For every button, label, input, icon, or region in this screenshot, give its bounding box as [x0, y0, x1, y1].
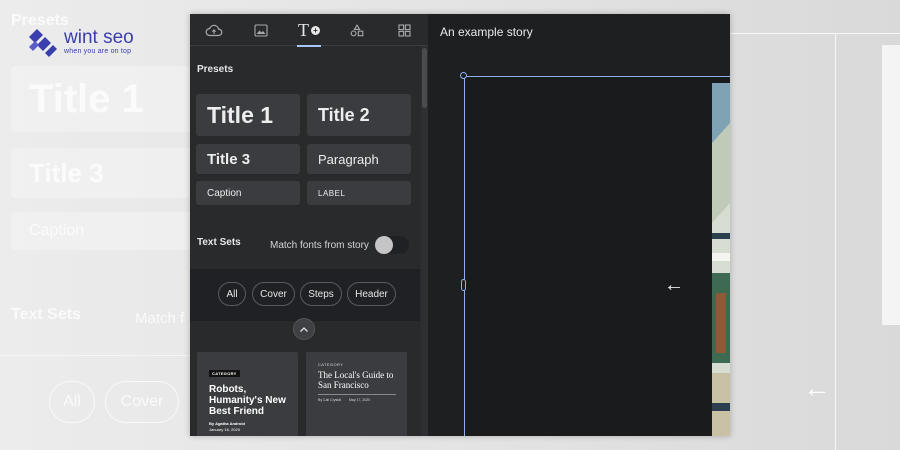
card-divider — [318, 394, 396, 395]
filter-chip-header[interactable]: Header — [347, 282, 396, 306]
tab-page-templates[interactable] — [380, 14, 428, 46]
upload-cloud-icon — [205, 24, 223, 37]
presets-heading: Presets — [197, 64, 234, 75]
collapse-filters-button[interactable] — [293, 318, 315, 340]
bg-chip-all: All — [49, 381, 95, 423]
canvas-area: An example story ← — [428, 14, 730, 436]
bg-title3-tile: Title 3 — [11, 148, 191, 198]
bg-arrow-left-icon: ← — [803, 372, 831, 403]
bg-title1-tile: Title 1 — [11, 66, 191, 132]
preset-caption[interactable]: Caption — [196, 181, 300, 205]
text-set-card-sf-guide[interactable]: CATEGORY The Local's Guide to San Franci… — [306, 352, 407, 436]
match-fonts-toggle[interactable] — [374, 236, 409, 254]
sidebar-scrollbar[interactable] — [421, 46, 428, 436]
text-sets-heading: Text Sets — [197, 237, 241, 248]
card-date: January 16, 2020 — [209, 427, 240, 432]
image-icon — [254, 23, 268, 37]
card-title: Robots, Humanity's New Best Friend — [209, 384, 286, 417]
preset-title1[interactable]: Title 1 — [196, 94, 300, 136]
card-title: The Local's Guide to San Francisco — [318, 370, 394, 390]
chevron-up-icon — [300, 326, 308, 332]
bg-caption-tile: Caption — [11, 212, 191, 250]
story-page-preview[interactable] — [712, 83, 730, 436]
bg-text-sets-heading: Text Sets — [11, 306, 81, 323]
story-title[interactable]: An example story — [440, 25, 533, 39]
bg-chip-cover: Cover — [105, 381, 179, 423]
tab-images[interactable] — [238, 14, 286, 46]
library-tabs: T + — [190, 14, 428, 47]
toggle-knob — [374, 236, 393, 254]
bg-block — [882, 45, 900, 325]
resize-handle-middle-left[interactable] — [461, 279, 466, 291]
match-fonts-row: Match fonts from story — [270, 236, 409, 254]
shapes-icon — [350, 23, 363, 36]
editor-window: T + Presets Title 1 Title 2 Title 3 Para… — [190, 14, 730, 436]
bg-divider — [0, 355, 190, 356]
resize-handle-top-left[interactable] — [460, 72, 467, 79]
logo-mark-icon — [29, 29, 57, 57]
card-author: By Cali Crystal — [318, 398, 341, 402]
card-author: By Agatha Android — [209, 421, 245, 426]
filter-chip-cover[interactable]: Cover — [252, 282, 295, 306]
preset-label[interactable]: LABEL — [307, 181, 411, 205]
library-sidebar: T + Presets Title 1 Title 2 Title 3 Para… — [190, 14, 428, 436]
page-frame[interactable] — [464, 76, 730, 436]
logo-name: wint seo — [64, 26, 134, 48]
previous-page-arrow-icon[interactable]: ← — [664, 274, 684, 297]
card-meta: By Cali Crystal May 17, 2020 — [318, 398, 395, 402]
preset-paragraph[interactable]: Paragraph — [307, 144, 411, 174]
bg-line — [835, 33, 836, 450]
preset-title2[interactable]: Title 2 — [307, 94, 411, 136]
filter-chip-all[interactable]: All — [218, 282, 246, 306]
tab-media-upload[interactable] — [190, 14, 238, 46]
card-date: May 17, 2020 — [348, 398, 371, 402]
bg-line — [730, 33, 900, 34]
logo-tagline: when you are on top — [64, 47, 132, 55]
preset-title3[interactable]: Title 3 — [196, 144, 300, 174]
tab-text[interactable]: T + — [285, 14, 333, 47]
text-add-icon: T + — [298, 20, 320, 41]
match-fonts-label: Match fonts from story — [270, 239, 369, 251]
filter-chip-steps[interactable]: Steps — [300, 282, 342, 306]
text-set-card-robots[interactable]: CATEGORY Robots, Humanity's New Best Fri… — [197, 352, 298, 436]
grid-icon — [398, 23, 411, 37]
bg-match-fragment: Match f — [135, 310, 185, 327]
watermark-logo: wint seo when you are on top — [27, 27, 134, 57]
tab-shapes[interactable] — [333, 14, 381, 46]
scrollbar-thumb[interactable] — [422, 48, 427, 108]
card-category: CATEGORY — [318, 362, 344, 367]
card-category: CATEGORY — [209, 370, 240, 377]
